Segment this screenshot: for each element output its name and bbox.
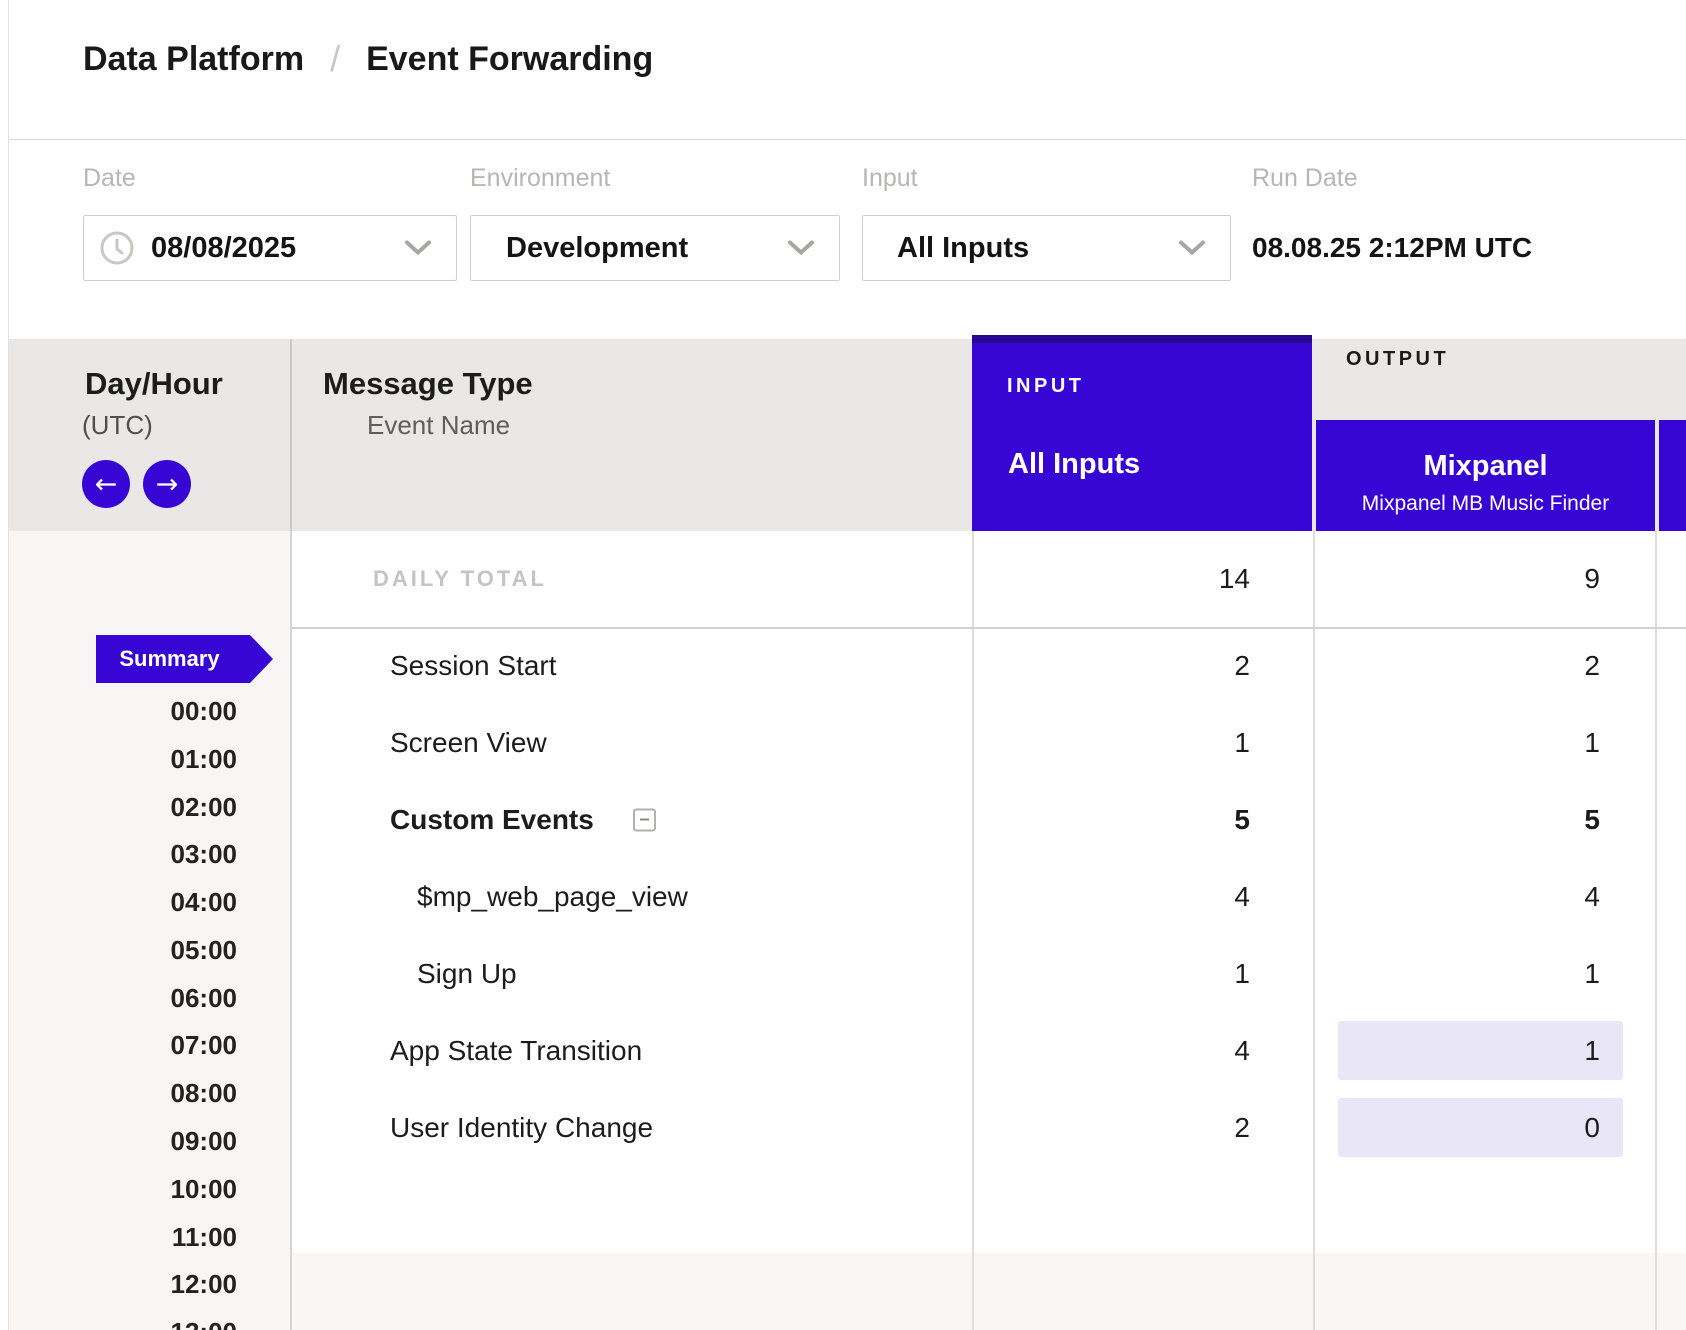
chevron-down-icon <box>787 232 815 265</box>
input-column-name: All Inputs <box>1008 448 1140 481</box>
hour-row-label[interactable]: 02:00 <box>8 792 237 823</box>
output-count: 0 <box>1584 1112 1600 1144</box>
next-day-button[interactable]: → <box>143 460 191 508</box>
page-title: Event Forwarding <box>366 40 653 79</box>
clock-icon <box>99 230 135 266</box>
run-date-value: 08.08.25 2:12PM UTC <box>1252 232 1532 264</box>
daily-total-row: DAILY TOTAL 14 9 <box>290 531 1686 629</box>
output-column-header: Mixpanel Mixpanel MB Music Finder <box>1316 420 1655 531</box>
hour-row-label[interactable]: 05:00 <box>8 935 237 966</box>
input-count: 2 <box>1234 650 1250 682</box>
breadcrumb: Data Platform / Event Forwarding <box>83 38 653 80</box>
arrow-left-icon: ← <box>95 469 118 500</box>
column-divider <box>290 339 292 531</box>
output-connector-subtitle: Mixpanel MB Music Finder <box>1316 492 1655 516</box>
hour-row-label[interactable]: 03:00 <box>8 839 237 870</box>
hour-row-label[interactable]: 00:00 <box>8 696 237 727</box>
output-count: 5 <box>1584 804 1600 836</box>
input-value: All Inputs <box>897 232 1029 265</box>
table-row: User Identity Change 2 0 <box>290 1089 1686 1166</box>
event-forwarding-page: Data Platform / Event Forwarding Date En… <box>0 0 1686 1330</box>
input-column-header-accent <box>972 335 1312 343</box>
prev-day-button[interactable]: ← <box>82 460 130 508</box>
environment-label: Environment <box>470 164 610 193</box>
hour-row-label[interactable]: 12:00 <box>8 1269 237 1300</box>
event-row-label: Sign Up <box>417 958 517 990</box>
hour-row-label[interactable]: 13:00 <box>8 1317 237 1330</box>
output-count: 1 <box>1584 958 1600 990</box>
event-row-label: Custom Events <box>390 804 594 836</box>
output-connector-name: Mixpanel <box>1316 450 1655 483</box>
input-count: 4 <box>1234 881 1250 913</box>
date-select[interactable]: 08/08/2025 <box>83 215 457 281</box>
daily-total-input-count: 14 <box>1219 563 1250 595</box>
input-header-label: INPUT <box>1007 375 1085 398</box>
mismatch-highlight <box>1338 1098 1623 1157</box>
date-label: Date <box>83 164 136 193</box>
event-row-label: Session Start <box>390 650 557 682</box>
event-row-label: Screen View <box>390 727 547 759</box>
daily-total-output-count: 9 <box>1584 563 1600 595</box>
message-type-title: Message Type <box>323 366 533 402</box>
hour-row-label[interactable]: 06:00 <box>8 983 237 1014</box>
event-name-subtitle: Event Name <box>367 410 510 441</box>
table-row: Custom Events 5 5 <box>290 781 1686 858</box>
hour-row-label[interactable]: 11:00 <box>8 1222 237 1253</box>
input-select[interactable]: All Inputs <box>862 215 1231 281</box>
output-column-header-partial <box>1659 420 1686 531</box>
table-row: $mp_web_page_view 4 4 <box>290 858 1686 935</box>
output-count: 2 <box>1584 650 1600 682</box>
hour-row-label[interactable]: 01:00 <box>8 744 237 775</box>
hour-row-label[interactable]: 07:00 <box>8 1030 237 1061</box>
input-count: 4 <box>1234 1035 1250 1067</box>
input-count: 1 <box>1234 958 1250 990</box>
breadcrumb-separator: / <box>330 38 340 80</box>
mismatch-highlight <box>1338 1021 1623 1080</box>
hour-row-label[interactable]: 10:00 <box>8 1174 237 1205</box>
output-count: 1 <box>1584 727 1600 759</box>
hour-row-label[interactable]: 04:00 <box>8 887 237 918</box>
event-row-label: App State Transition <box>390 1035 642 1067</box>
summary-flag-label: Summary <box>119 646 219 672</box>
empty-area <box>292 1253 1686 1330</box>
table-row: Session Start 2 2 <box>290 627 1686 704</box>
table-row: App State Transition 4 1 <box>290 1012 1686 1089</box>
run-date-label: Run Date <box>1252 164 1358 193</box>
summary-flag[interactable]: Summary <box>96 635 273 683</box>
daily-total-label: DAILY TOTAL <box>373 566 547 592</box>
hour-row-label[interactable]: 09:00 <box>8 1126 237 1157</box>
output-count: 4 <box>1584 881 1600 913</box>
chevron-down-icon <box>404 232 432 265</box>
hour-row-label[interactable]: 08:00 <box>8 1078 237 1109</box>
chevron-down-icon <box>1178 232 1206 265</box>
table-row: Sign Up 1 1 <box>290 935 1686 1012</box>
input-count: 1 <box>1234 727 1250 759</box>
input-count: 2 <box>1234 1112 1250 1144</box>
input-column-header: INPUT All Inputs <box>972 335 1312 531</box>
date-value: 08/08/2025 <box>151 232 296 265</box>
output-header-label: OUTPUT <box>1346 348 1449 371</box>
event-row-label: User Identity Change <box>390 1112 653 1144</box>
day-hour-subtitle: (UTC) <box>82 410 153 441</box>
header-divider <box>9 139 1686 140</box>
environment-select[interactable]: Development <box>470 215 840 281</box>
arrow-right-icon: → <box>156 469 179 500</box>
output-count: 1 <box>1584 1035 1600 1067</box>
environment-value: Development <box>506 232 688 265</box>
day-hour-title: Day/Hour <box>85 366 223 402</box>
collapse-minus-icon[interactable] <box>633 808 656 831</box>
input-count: 5 <box>1234 804 1250 836</box>
breadcrumb-section[interactable]: Data Platform <box>83 40 304 79</box>
event-row-label: $mp_web_page_view <box>417 881 688 913</box>
input-label: Input <box>862 164 918 193</box>
table-row: Screen View 1 1 <box>290 704 1686 781</box>
